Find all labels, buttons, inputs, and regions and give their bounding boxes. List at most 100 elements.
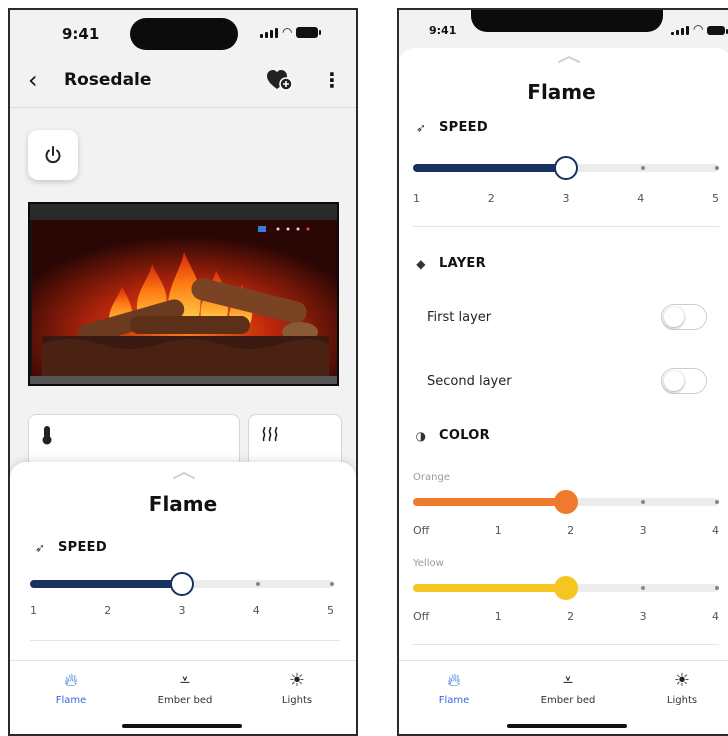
tick-label: 3 bbox=[639, 524, 647, 537]
speed-section-header: ➶ SPEED bbox=[32, 540, 107, 555]
tick-label: 2 bbox=[567, 610, 575, 623]
orange-slider[interactable] bbox=[413, 490, 719, 514]
slider-step-dot bbox=[256, 582, 260, 586]
speed-slider[interactable] bbox=[413, 156, 719, 180]
layers-icon: ◆ bbox=[416, 256, 426, 271]
tick-label: 3 bbox=[639, 610, 647, 623]
first-layer-toggle[interactable] bbox=[661, 304, 707, 330]
slider-step-dot bbox=[640, 500, 645, 504]
slider-step-dot bbox=[640, 166, 645, 170]
tab-label-flame: Flame bbox=[438, 695, 470, 706]
tab-flame[interactable]: 🔥︎ Flame bbox=[409, 669, 499, 706]
orange-ticks: Off 1 2 3 4 bbox=[413, 524, 719, 537]
speed-slider[interactable] bbox=[30, 572, 334, 596]
first-layer-label: First layer bbox=[427, 310, 492, 325]
tick-label: 1 bbox=[30, 604, 37, 617]
tab-lights[interactable]: ☀ Lights bbox=[252, 669, 342, 706]
second-layer-toggle[interactable] bbox=[661, 368, 707, 394]
wifi-icon: ◠ bbox=[693, 22, 704, 36]
tab-ember-bed[interactable]: ⩡ Ember bed bbox=[140, 669, 230, 706]
power-button[interactable] bbox=[28, 130, 78, 180]
fireplace-image bbox=[28, 202, 339, 386]
slider-fill bbox=[413, 164, 566, 172]
dynamic-island bbox=[471, 10, 663, 32]
device-title: Rosedale bbox=[64, 70, 152, 90]
battery-icon bbox=[707, 26, 728, 35]
wifi-icon: ◠ bbox=[282, 25, 293, 39]
slider-fill bbox=[30, 580, 182, 588]
slider-step-dot bbox=[715, 500, 719, 504]
ember-bed-icon: ⩡ bbox=[562, 670, 574, 691]
yellow-slider[interactable] bbox=[413, 576, 719, 600]
heat-waves-icon bbox=[262, 427, 278, 442]
back-chevron-icon[interactable]: ‹ bbox=[28, 68, 38, 92]
flame-icon: 🔥︎ bbox=[64, 670, 78, 691]
color-label: COLOR bbox=[439, 428, 490, 443]
slider-thumb[interactable] bbox=[170, 572, 194, 596]
flame-bottom-sheet-expanded: Flame ➶ SPEED 12345 ◆ LAYER First layer … bbox=[399, 48, 728, 734]
signal-icon bbox=[260, 28, 278, 38]
yellow-ticks: Off 1 2 3 4 bbox=[413, 610, 719, 623]
tab-lights[interactable]: ☀ Lights bbox=[637, 669, 727, 706]
home-indicator bbox=[507, 724, 627, 728]
signal-icon bbox=[671, 26, 689, 35]
layer-section-header: ◆ LAYER bbox=[413, 256, 486, 271]
speed-label: SPEED bbox=[58, 540, 107, 555]
tab-label-lights: Lights bbox=[281, 695, 313, 706]
orange-label: Orange bbox=[413, 472, 450, 483]
contrast-icon: ◑ bbox=[415, 428, 427, 443]
divider bbox=[30, 640, 340, 641]
tick-label: 4 bbox=[252, 604, 260, 617]
tick-label: 4 bbox=[637, 192, 645, 205]
speed-label: SPEED bbox=[439, 120, 488, 135]
status-time: 9:41 bbox=[429, 24, 457, 37]
flame-icon: 🔥︎ bbox=[447, 670, 461, 691]
slider-thumb[interactable] bbox=[554, 156, 578, 180]
tick-label: 4 bbox=[712, 524, 719, 537]
tick-label: 5 bbox=[327, 604, 334, 617]
tab-label-flame: Flame bbox=[55, 695, 87, 706]
more-vertical-icon[interactable]: ⋮ bbox=[322, 68, 342, 92]
ember-bed-icon: ⩡ bbox=[179, 670, 191, 691]
layer-label: LAYER bbox=[439, 256, 486, 271]
tab-flame[interactable]: 🔥︎ Flame bbox=[26, 669, 116, 706]
dynamic-island bbox=[130, 18, 238, 50]
fireplace-illustration bbox=[30, 204, 337, 384]
sheet-handle-icon[interactable] bbox=[557, 54, 581, 64]
tick-label: 1 bbox=[413, 192, 420, 205]
tick-label: 2 bbox=[104, 604, 112, 617]
slider-step-dot bbox=[715, 586, 719, 590]
speed-ticks: 1 2 3 4 5 bbox=[413, 192, 719, 205]
slider-thumb[interactable] bbox=[554, 576, 578, 600]
sheet-title: Flame bbox=[148, 492, 218, 516]
tab-label-lights: Lights bbox=[666, 695, 698, 706]
heart-plus-icon[interactable] bbox=[266, 68, 294, 92]
sheet-title: Flame bbox=[527, 80, 596, 104]
battery-icon bbox=[296, 27, 322, 38]
phone-screen-expanded-sheet: 9:41 ◠ Flame ➶ SPEED 1 2 3 4 5 ◆ LAYER First… bbox=[397, 8, 728, 736]
speed-section-header: ➶ SPEED bbox=[413, 120, 488, 135]
phone-screen-device-view: 9:41 ◠ ‹ Rosedale ⋮ Flame ➶ SPEED 1 2 3 … bbox=[8, 8, 358, 736]
color-section-header: ◑ COLOR bbox=[413, 428, 490, 443]
bottom-tab-bar: 🔥︎ Flame ⩡ Ember bed ☀ Lights bbox=[10, 660, 356, 734]
tick-label: 2 bbox=[567, 524, 575, 537]
slider-step-dot bbox=[640, 586, 645, 590]
tick-label: 5 bbox=[712, 192, 719, 205]
status-icons: ◠ bbox=[260, 25, 322, 39]
sheet-handle-icon[interactable] bbox=[172, 470, 196, 480]
power-icon bbox=[45, 146, 61, 164]
tab-label-ember-bed: Ember bed bbox=[540, 695, 596, 706]
slider-fill bbox=[413, 498, 566, 506]
slider-step-dot bbox=[715, 166, 719, 170]
tick-label: Off bbox=[413, 610, 430, 623]
status-icons: ◠ bbox=[671, 22, 728, 36]
bottom-tab-bar: 🔥︎ Flame ⩡ Ember bed ☀ Lights bbox=[399, 660, 728, 734]
slider-thumb[interactable] bbox=[554, 490, 578, 514]
speed-icon: ➶ bbox=[415, 120, 427, 135]
tab-ember-bed[interactable]: ⩡ Ember bed bbox=[523, 669, 613, 706]
navigation-header: ‹ Rosedale ⋮ bbox=[10, 62, 356, 108]
sun-icon: ☀ bbox=[288, 670, 306, 691]
tick-label: 3 bbox=[178, 604, 186, 617]
second-layer-label: Second layer bbox=[427, 374, 512, 389]
divider bbox=[413, 226, 719, 227]
